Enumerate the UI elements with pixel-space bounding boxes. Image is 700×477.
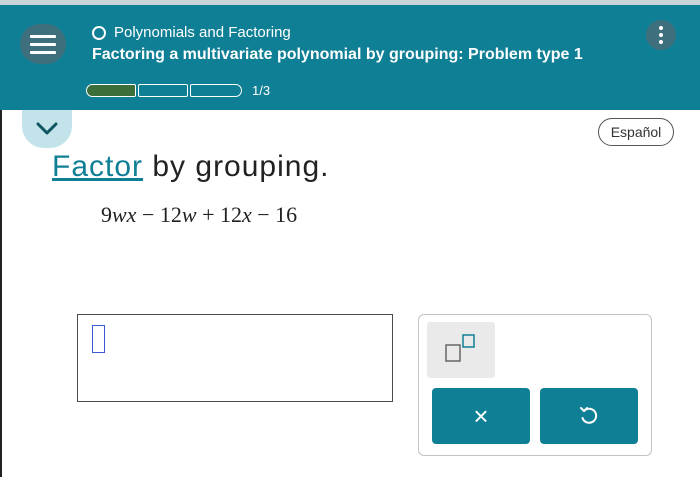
header-bar: Polynomials and Factoring Factoring a mu… — [0, 0, 700, 110]
polynomial-expression: 9wx − 12w + 12x − 16 — [101, 202, 297, 228]
operator: − — [251, 202, 276, 227]
progress-segment-complete — [86, 84, 136, 97]
hamburger-icon-line — [30, 50, 56, 54]
input-cursor-placeholder[interactable] — [92, 325, 105, 353]
page-title: Factoring a multivariate polynomial by g… — [92, 46, 583, 63]
question-prompt: Factor by grouping. — [52, 150, 329, 184]
language-toggle-button[interactable]: Español — [598, 118, 674, 146]
term-variables: x — [241, 202, 252, 227]
kebab-icon-dot — [659, 33, 663, 37]
operator: − — [136, 202, 160, 227]
kebab-icon-dot — [659, 26, 663, 30]
progress-count: 1/3 — [252, 83, 271, 98]
menu-button[interactable] — [20, 24, 66, 64]
term-coefficient: 12 — [159, 202, 182, 227]
topic-circle-icon — [92, 25, 106, 40]
operator: + — [196, 202, 220, 227]
top-strip — [0, 0, 700, 5]
clear-button[interactable]: × — [432, 388, 530, 444]
term-coefficient: 9 — [101, 202, 112, 227]
progress-segment — [190, 84, 242, 97]
math-palette: × — [418, 314, 652, 456]
collapse-button[interactable] — [22, 110, 72, 148]
left-border — [0, 110, 2, 477]
undo-button[interactable] — [540, 388, 638, 444]
hamburger-icon-line — [30, 42, 56, 46]
superscript-icon — [445, 334, 475, 362]
term-variables: w — [181, 202, 197, 227]
term-variables: wx — [112, 202, 137, 227]
topic-row: Polynomials and Factoring — [92, 24, 291, 41]
factor-definition-link[interactable]: Factor — [52, 150, 143, 183]
answer-input[interactable] — [77, 314, 393, 402]
kebab-icon-dot — [659, 40, 663, 44]
chevron-down-icon — [36, 122, 58, 135]
progress-segment — [138, 84, 188, 97]
more-options-button[interactable] — [646, 20, 676, 50]
progress-bar: 1/3 — [86, 83, 270, 98]
undo-icon — [580, 407, 598, 424]
prompt-text: by grouping. — [143, 150, 330, 183]
hamburger-icon-line — [30, 34, 56, 38]
exponent-button[interactable] — [427, 322, 495, 378]
term-constant: 16 — [275, 202, 298, 227]
topic-label: Polynomials and Factoring — [114, 24, 291, 41]
term-coefficient: 12 — [219, 202, 242, 227]
